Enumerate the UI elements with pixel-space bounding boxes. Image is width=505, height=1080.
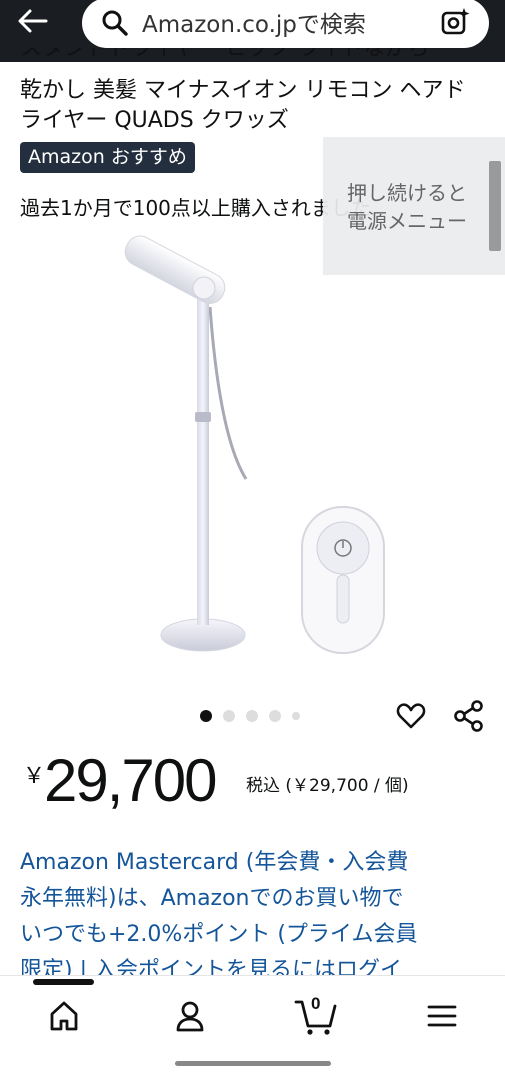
product-title-line-2: 乾かし 美髪 マイナスイオン リモコン ヘアド bbox=[20, 78, 466, 103]
cart-button[interactable]: 0 bbox=[294, 994, 338, 1036]
active-tab-indicator bbox=[33, 979, 94, 985]
home-icon[interactable] bbox=[44, 996, 84, 1036]
search-icon bbox=[102, 10, 128, 36]
product-title-line-1: スタンドドライヤー ヒップ ライドながら bbox=[20, 48, 430, 61]
product-title[interactable]: スタンドドライヤー ヒップ ライドながら 乾かし 美髪 マイナスイオン リモコン… bbox=[20, 48, 490, 136]
product-image[interactable] bbox=[0, 215, 505, 695]
back-arrow-icon[interactable] bbox=[16, 6, 50, 36]
mastercard-promo-link[interactable]: Amazon Mastercard (年会費・入会費 永年無料)は、Amazon… bbox=[20, 845, 490, 985]
share-icon[interactable] bbox=[453, 700, 485, 732]
camera-search-icon[interactable] bbox=[440, 7, 470, 37]
amazon-choice-badge: Amazon おすすめ bbox=[20, 142, 195, 173]
image-carousel-dots[interactable] bbox=[200, 710, 300, 722]
tax-included-text: 税込 (￥29,700 / 個) bbox=[246, 776, 409, 796]
carousel-dot[interactable] bbox=[246, 710, 258, 722]
product-title-line-3: ライヤー QUADS クワッズ bbox=[20, 108, 289, 133]
menu-icon[interactable] bbox=[422, 996, 462, 1036]
search-input[interactable]: Amazon.co.jpで検索 bbox=[82, 0, 489, 48]
price-amount: 29,700 bbox=[44, 747, 218, 814]
carousel-dot[interactable] bbox=[292, 712, 300, 720]
carousel-dot[interactable] bbox=[269, 710, 281, 722]
heart-icon[interactable] bbox=[396, 701, 426, 731]
carousel-dot[interactable] bbox=[200, 710, 212, 722]
gesture-bar bbox=[175, 1061, 331, 1066]
carousel-dot[interactable] bbox=[223, 710, 235, 722]
scroll-indicator bbox=[489, 161, 501, 251]
account-icon[interactable] bbox=[170, 996, 210, 1036]
cart-count: 0 bbox=[311, 994, 321, 1013]
search-placeholder: Amazon.co.jpで検索 bbox=[142, 12, 366, 38]
power-menu-tooltip: 押し続けると 電源メニュー bbox=[323, 137, 505, 275]
currency-symbol: ￥ bbox=[23, 764, 46, 789]
